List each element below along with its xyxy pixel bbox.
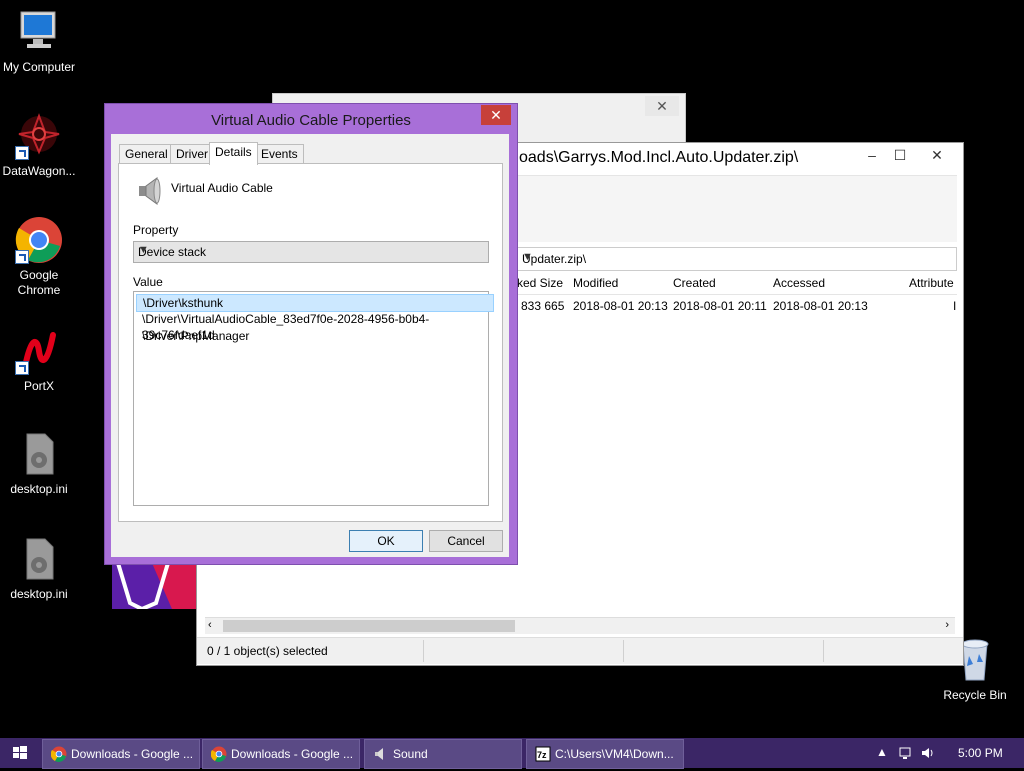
- cell-attributes: I: [953, 299, 957, 313]
- datawagon-icon: [15, 112, 63, 160]
- toolbar-area: [517, 175, 957, 242]
- speaker-icon: [375, 748, 383, 760]
- speaker-icon: [135, 176, 165, 206]
- chevron-down-icon[interactable]: ▼: [138, 244, 482, 256]
- start-button[interactable]: [0, 738, 40, 768]
- status-text: 0 / 1 object(s) selected: [207, 644, 328, 658]
- desktop-icon-google-chrome[interactable]: Google Chrome: [0, 216, 79, 298]
- chrome-icon: [15, 216, 63, 264]
- taskbar-item-label: Downloads - Google ...: [71, 747, 194, 761]
- network-icon[interactable]: [898, 745, 914, 764]
- desktop-icon-label: PortX: [23, 379, 54, 393]
- volume-icon[interactable]: [920, 745, 938, 764]
- scroll-left-icon[interactable]: ‹: [208, 619, 212, 631]
- horizontal-scrollbar[interactable]: ‹ ›: [205, 617, 955, 634]
- taskbar-item[interactable]: 7z C:\Users\VM4\Down...: [526, 739, 684, 769]
- svg-text:7z: 7z: [537, 750, 547, 760]
- desktop-icon-datawagon[interactable]: DataWagon...: [0, 112, 79, 179]
- column-packed-size[interactable]: ked Size: [517, 276, 563, 290]
- config-file-icon: [15, 535, 63, 583]
- property-select[interactable]: Device stack ▼: [133, 241, 489, 263]
- desktop-icon-label: desktop.ini: [10, 482, 68, 496]
- chevron-down-icon[interactable]: ▼: [522, 251, 952, 263]
- column-attributes[interactable]: Attribute: [909, 276, 954, 290]
- config-file-icon: [15, 430, 63, 478]
- dialog-title: Virtual Audio Cable Properties: [211, 112, 411, 129]
- close-icon[interactable]: ✕: [481, 105, 511, 125]
- tab-general[interactable]: General: [119, 144, 174, 164]
- minimize-icon[interactable]: –: [857, 143, 887, 167]
- taskbar: Downloads - Google ... Downloads - Googl…: [0, 738, 1024, 769]
- desktop-icon-desktop-ini[interactable]: desktop.ini: [0, 430, 79, 497]
- clock[interactable]: 5:00 PM: [958, 746, 1003, 760]
- desktop-icon-label: desktop.ini: [10, 587, 68, 601]
- list-item[interactable]: \Driver\VirtualAudioCable_83ed7f0e-2028-…: [136, 311, 492, 342]
- status-bar: 0 / 1 object(s) selected: [197, 637, 963, 664]
- property-label: Property: [133, 223, 179, 237]
- cell-accessed: 2018-08-01 20:13: [773, 299, 868, 313]
- dialog-titlebar[interactable]: Virtual Audio Cable Properties ✕: [105, 104, 517, 134]
- cell-created: 2018-08-01 20:11: [673, 299, 767, 313]
- shortcut-arrow-icon: [15, 250, 29, 264]
- taskbar-item-label: Downloads - Google ...: [231, 747, 354, 761]
- dialog-body: General Driver Details Events Virtual Au…: [111, 134, 509, 557]
- computer-icon: [15, 8, 63, 56]
- device-name: Virtual Audio Cable: [171, 181, 273, 195]
- desktop-icon-desktop-ini[interactable]: desktop.ini: [0, 535, 79, 602]
- taskbar-item[interactable]: Downloads - Google ...: [42, 739, 200, 769]
- address-bar[interactable]: Updater.zip\ ▼: [517, 247, 957, 271]
- chrome-icon: [211, 746, 227, 762]
- window-title: oads\Garrys.Mod.Incl.Auto.Updater.zip\: [519, 149, 799, 166]
- chrome-icon: [51, 746, 67, 762]
- column-created[interactable]: Created: [673, 276, 716, 290]
- tab-driver[interactable]: Driver: [170, 144, 214, 164]
- chevron-up-icon[interactable]: ▲: [876, 745, 888, 759]
- value-list[interactable]: \Driver\ksthunk \Driver\VirtualAudioCabl…: [133, 291, 494, 506]
- 7zip-icon: 7z: [535, 746, 551, 762]
- desktop-icon-label: Recycle Bin: [943, 688, 1007, 702]
- details-panel: Virtual Audio Cable Property Device stac…: [118, 163, 503, 522]
- portx-icon: [15, 327, 63, 375]
- value-label: Value: [133, 275, 163, 289]
- scrollbar-thumb[interactable]: [223, 620, 515, 632]
- windows-icon: [13, 746, 27, 759]
- ok-button[interactable]: OK: [349, 530, 423, 552]
- list-item[interactable]: \Driver\PnpManager: [136, 328, 492, 344]
- properties-dialog[interactable]: Virtual Audio Cable Properties ✕ General…: [104, 103, 518, 565]
- shortcut-arrow-icon: [15, 361, 29, 375]
- column-header-row: ked Size Modified Created Accessed Attri…: [517, 272, 957, 295]
- desktop-icon-label: DataWagon...: [2, 164, 76, 178]
- column-modified[interactable]: Modified: [573, 276, 618, 290]
- taskbar-item[interactable]: Sound: [364, 739, 522, 769]
- cell-modified: 2018-08-01 20:13: [573, 299, 668, 313]
- cell-packed-size: 833 665: [521, 299, 565, 313]
- desktop-icon-label: Google Chrome: [17, 268, 61, 297]
- maximize-icon[interactable]: ☐: [885, 143, 915, 167]
- taskbar-item[interactable]: Downloads - Google ...: [202, 739, 360, 769]
- list-item[interactable]: \Driver\ksthunk: [136, 294, 494, 312]
- tab-events[interactable]: Events: [255, 144, 304, 164]
- close-icon[interactable]: ✕: [645, 96, 679, 116]
- desktop-icon-label: My Computer: [2, 60, 76, 74]
- taskbar-item-label: C:\Users\VM4\Down...: [555, 747, 674, 761]
- taskbar-item-label: Sound: [393, 747, 428, 761]
- shortcut-arrow-icon: [15, 146, 29, 160]
- desktop-icon-my-computer[interactable]: My Computer: [0, 8, 79, 75]
- scroll-right-icon[interactable]: ›: [945, 619, 949, 631]
- column-accessed[interactable]: Accessed: [773, 276, 825, 290]
- close-icon[interactable]: ✕: [919, 143, 955, 167]
- desktop-icon-portx[interactable]: PortX: [0, 327, 79, 394]
- cancel-button[interactable]: Cancel: [429, 530, 503, 552]
- background-app-logo: [112, 563, 196, 609]
- tab-details[interactable]: Details: [209, 142, 258, 165]
